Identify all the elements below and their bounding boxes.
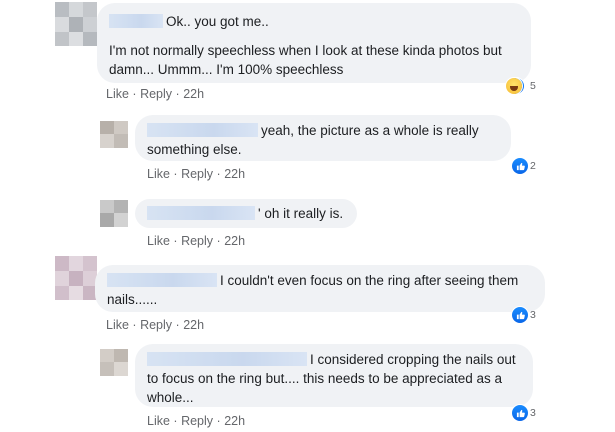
comment-text-line: I couldn't even focus on the ring after … xyxy=(107,271,533,290)
like-button[interactable]: Like xyxy=(147,167,170,181)
comment-text-line: I considered cropping the nails out xyxy=(147,350,521,369)
comment-text-line: whole... xyxy=(147,390,194,405)
reactions-summary[interactable]: 2 xyxy=(512,158,536,174)
reaction-count: 2 xyxy=(530,160,536,172)
separator-dot: · xyxy=(173,167,178,181)
separator-dot: · xyxy=(175,318,180,332)
comment-text: yeah, the picture as a whole is really xyxy=(261,123,479,138)
comment-text-line: I'm not normally speechless when I look … xyxy=(109,43,502,58)
comment-text-line: nails...... xyxy=(107,292,158,307)
like-button[interactable]: Like xyxy=(106,318,129,332)
reply-button[interactable]: Reply xyxy=(140,87,172,101)
comment-text-line: yeah, the picture as a whole is really xyxy=(147,121,499,140)
comment-bubble: yeah, the picture as a whole is really s… xyxy=(135,115,511,161)
haha-icon xyxy=(506,78,522,94)
commenter-name-redacted[interactable] xyxy=(147,206,255,220)
separator-dot: · xyxy=(132,87,137,101)
comment-text-line: something else. xyxy=(147,142,242,157)
timestamp[interactable]: 22h xyxy=(224,414,245,428)
avatar[interactable] xyxy=(55,256,97,300)
reply-button[interactable]: Reply xyxy=(181,414,213,428)
comment-text: Ok.. you got me.. xyxy=(166,14,269,29)
reply-button[interactable]: Reply xyxy=(181,234,213,248)
comment-text-line: Ok.. you got me.. xyxy=(109,12,519,31)
comment-actions: Like · Reply · 22h xyxy=(106,87,204,101)
separator-dot: · xyxy=(216,167,221,181)
reactions-summary[interactable]: 3 xyxy=(512,307,536,323)
comment-actions: Like · Reply · 22h xyxy=(106,318,204,332)
like-button[interactable]: Like xyxy=(147,414,170,428)
comment-actions: Like · Reply · 22h xyxy=(147,234,245,248)
comment-text-line: to focus on the ring but.... this needs … xyxy=(147,371,502,386)
avatar[interactable] xyxy=(100,121,128,148)
avatar[interactable] xyxy=(55,2,97,46)
like-icon xyxy=(512,158,528,174)
reaction-count: 3 xyxy=(530,407,536,419)
reactions-summary[interactable]: 3 xyxy=(512,405,536,421)
comment-text: I considered cropping the nails out xyxy=(310,352,516,367)
comment-actions: Like · Reply · 22h xyxy=(147,414,245,428)
separator-dot: · xyxy=(132,318,137,332)
timestamp[interactable]: 22h xyxy=(224,234,245,248)
avatar[interactable] xyxy=(100,200,128,227)
comment-actions: Like · Reply · 22h xyxy=(147,167,245,181)
comment-bubble: I considered cropping the nails out to f… xyxy=(135,344,533,407)
comment-text-line: damn... Ummm... I'm 100% speechless xyxy=(109,62,344,77)
comment-text-line: ' oh it really is. xyxy=(147,204,345,223)
like-button[interactable]: Like xyxy=(106,87,129,101)
like-button[interactable]: Like xyxy=(147,234,170,248)
comment-text: ' oh it really is. xyxy=(258,206,344,221)
reply-button[interactable]: Reply xyxy=(140,318,172,332)
commenter-name-redacted[interactable] xyxy=(109,14,163,28)
comment-bubble: ' oh it really is. xyxy=(135,199,357,228)
separator-dot: · xyxy=(175,87,180,101)
reactions-summary[interactable]: 5 xyxy=(500,78,540,94)
timestamp[interactable]: 22h xyxy=(183,318,204,332)
commenter-name-redacted[interactable] xyxy=(147,123,258,137)
reply-button[interactable]: Reply xyxy=(181,167,213,181)
comment-text: I couldn't even focus on the ring after … xyxy=(220,273,519,288)
avatar[interactable] xyxy=(100,349,128,376)
reaction-count: 3 xyxy=(530,309,536,321)
commenter-name-redacted[interactable] xyxy=(107,273,217,287)
like-icon xyxy=(512,307,528,323)
separator-dot: · xyxy=(173,414,178,428)
timestamp[interactable]: 22h xyxy=(224,167,245,181)
separator-dot: · xyxy=(216,234,221,248)
comment-bubble: I couldn't even focus on the ring after … xyxy=(95,265,545,312)
like-icon xyxy=(512,405,528,421)
reaction-count: 5 xyxy=(530,80,536,92)
comment-bubble: Ok.. you got me.. I'm not normally speec… xyxy=(97,3,531,83)
commenter-name-redacted[interactable] xyxy=(147,352,307,366)
timestamp[interactable]: 22h xyxy=(183,87,204,101)
separator-dot: · xyxy=(173,234,178,248)
separator-dot: · xyxy=(216,414,221,428)
